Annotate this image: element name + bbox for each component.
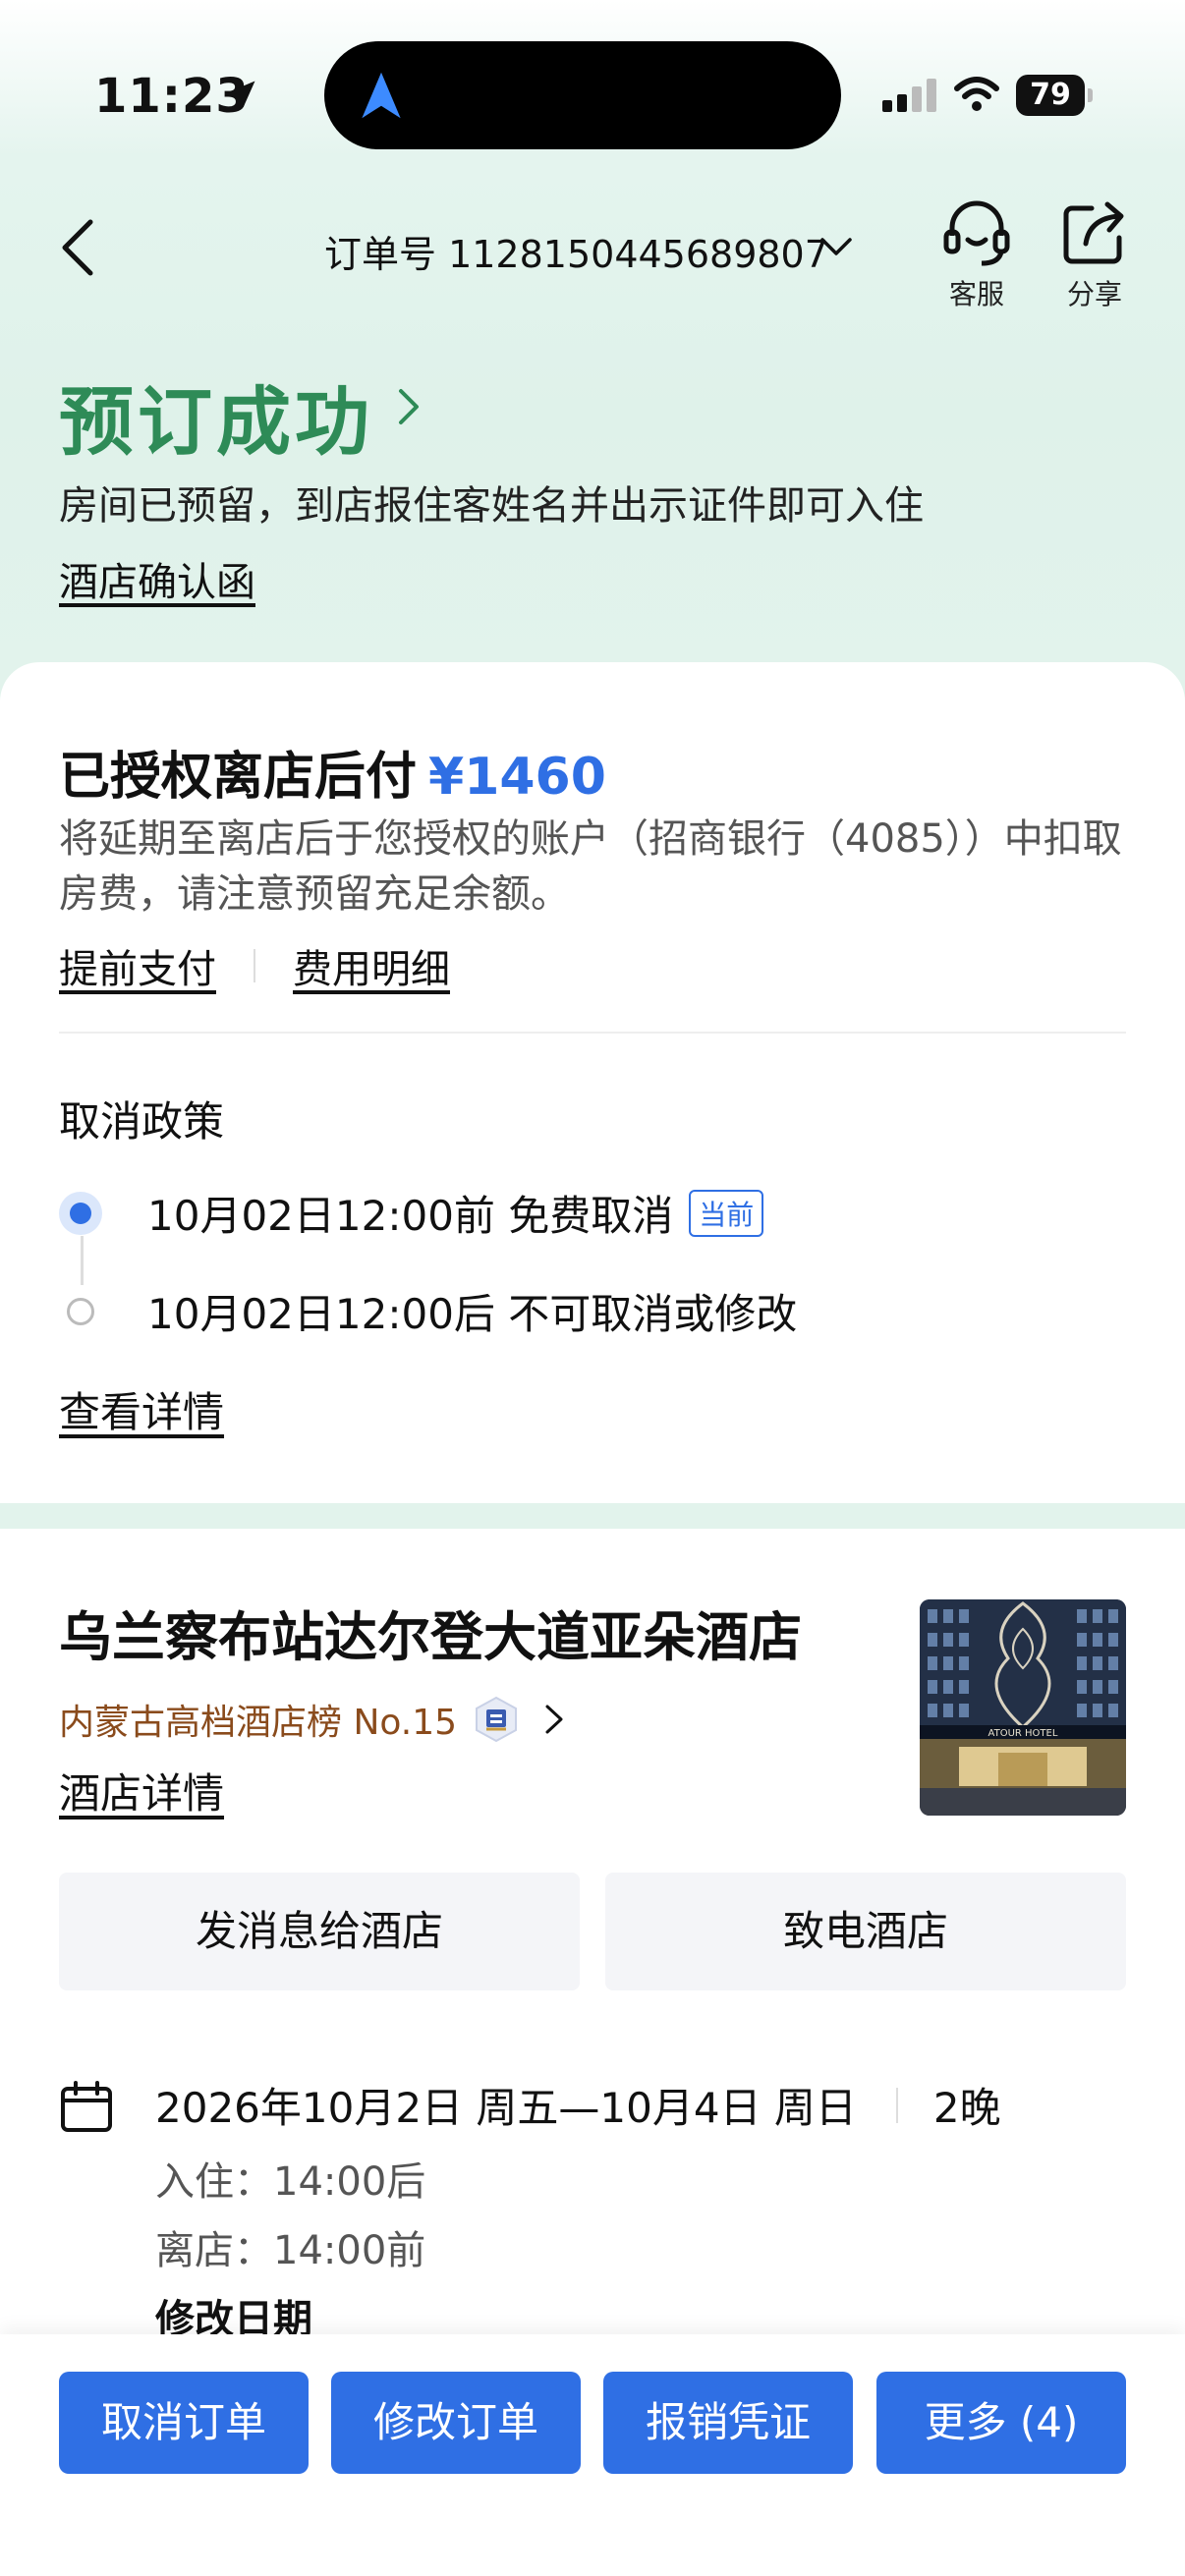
status-bar: 11:23 79	[0, 0, 1185, 149]
hotel-ranking[interactable]: 内蒙古高档酒店榜 No.15	[59, 1694, 565, 1745]
order-detail-page: 11:23 79 订单号 1128150445689807 客服 分享 预订成功…	[0, 0, 1185, 2576]
chevron-right-icon[interactable]	[397, 387, 421, 426]
payment-amount: ¥1460	[428, 748, 606, 807]
hotel-name[interactable]: 乌兰察布站达尔登大道亚朵酒店	[59, 1594, 802, 1671]
dynamic-island	[324, 41, 841, 149]
cancellation-policy-title: 取消政策	[59, 1097, 225, 1146]
hotel-sign-text: ATOUR HOTEL	[988, 1728, 1058, 1739]
hotel-photo[interactable]: ATOUR HOTEL	[920, 1599, 1126, 1816]
wifi-icon	[954, 77, 999, 111]
order-number[interactable]: 订单号 1128150445689807	[324, 224, 828, 278]
back-chevron-icon[interactable]	[55, 216, 98, 279]
prepay-link[interactable]: 提前支付	[59, 937, 216, 994]
share-icon	[1063, 201, 1124, 264]
navigation-app-icon	[362, 72, 401, 119]
stay-date-range: 2026年10月2日 周五—10月4日 周日	[155, 2084, 857, 2132]
payment-description: 将延期至离店后于您授权的账户（招商银行（4085））中扣取房费，请注意预留充足余…	[59, 816, 1122, 917]
battery-indicator: 79	[1016, 75, 1093, 116]
message-hotel-button[interactable]: 发消息给酒店	[59, 1873, 580, 1990]
share-button[interactable]: 分享	[1050, 196, 1139, 312]
customer-service-button[interactable]: 客服	[932, 196, 1021, 312]
cancel-order-button[interactable]: 取消订单	[59, 2372, 309, 2474]
stay-dates: 2026年10月2日 周五—10月4日 周日 2晚	[155, 2075, 1001, 2135]
timeline-line	[81, 1236, 84, 1285]
modify-order-button[interactable]: 修改订单	[331, 2372, 581, 2474]
chevron-right-icon	[545, 1705, 563, 1734]
headset-icon	[943, 200, 1010, 266]
cellular-signal-icon	[882, 79, 936, 112]
date-separator	[895, 2087, 898, 2123]
fee-detail-link[interactable]: 费用明细	[293, 937, 450, 994]
more-button[interactable]: 更多 (4)	[876, 2372, 1126, 2474]
receipt-button[interactable]: 报销凭证	[603, 2372, 853, 2474]
payment-title-text: 已授权离店后付	[59, 748, 418, 807]
view-details-link[interactable]: 查看详情	[59, 1379, 224, 1439]
ranking-badge-icon	[476, 1696, 518, 1743]
stay-nights: 2晚	[932, 2084, 1001, 2132]
cancellation-rule-text: 10月02日12:00前 免费取消	[147, 1192, 674, 1240]
call-hotel-button[interactable]: 致电酒店	[605, 1873, 1126, 1990]
nav-bar: 订单号 1128150445689807 客服 分享	[0, 187, 1185, 314]
location-arrow-icon	[228, 81, 255, 108]
cancellation-rule: 10月02日12:00后 不可取消或修改	[59, 1281, 797, 1341]
hotel-ranking-text: 内蒙古高档酒店榜 No.15	[59, 1703, 458, 1743]
current-badge: 当前	[689, 1189, 764, 1237]
hotel-confirmation-link[interactable]: 酒店确认函	[59, 550, 255, 607]
timeline-dot-inactive	[67, 1297, 94, 1325]
payment-links: 提前支付 费用明细	[59, 937, 450, 994]
chevron-down-icon[interactable]	[819, 236, 853, 259]
timeline-dot-active	[59, 1191, 102, 1235]
divider	[59, 1032, 1126, 1034]
booking-success-description: 房间已预留，到店报住客姓名并出示证件即可入住	[59, 483, 924, 529]
customer-service-label: 客服	[948, 278, 1004, 310]
booking-success-title[interactable]: 预订成功	[59, 362, 373, 470]
cancellation-rule-current: 10月02日12:00前 免费取消 当前	[59, 1183, 764, 1243]
bottom-action-bar: 取消订单 修改订单 报销凭证 更多 (4)	[0, 2334, 1185, 2576]
hotel-details-link[interactable]: 酒店详情	[59, 1761, 224, 1820]
link-separator	[254, 949, 255, 982]
checkout-time: 离店：14:00前	[155, 2228, 426, 2273]
payment-card: 已授权离店后付 ¥1460 将延期至离店后于您授权的账户（招商银行（4085））中…	[0, 662, 1185, 1503]
calendar-icon	[61, 2081, 112, 2132]
battery-level: 79	[1016, 75, 1085, 116]
cancellation-rule-text: 10月02日12:00后 不可取消或修改	[147, 1290, 798, 1338]
checkin-time: 入住：14:00后	[155, 2159, 426, 2205]
payment-title: 已授权离店后付 ¥1460	[59, 735, 606, 809]
share-label: 分享	[1066, 278, 1122, 310]
